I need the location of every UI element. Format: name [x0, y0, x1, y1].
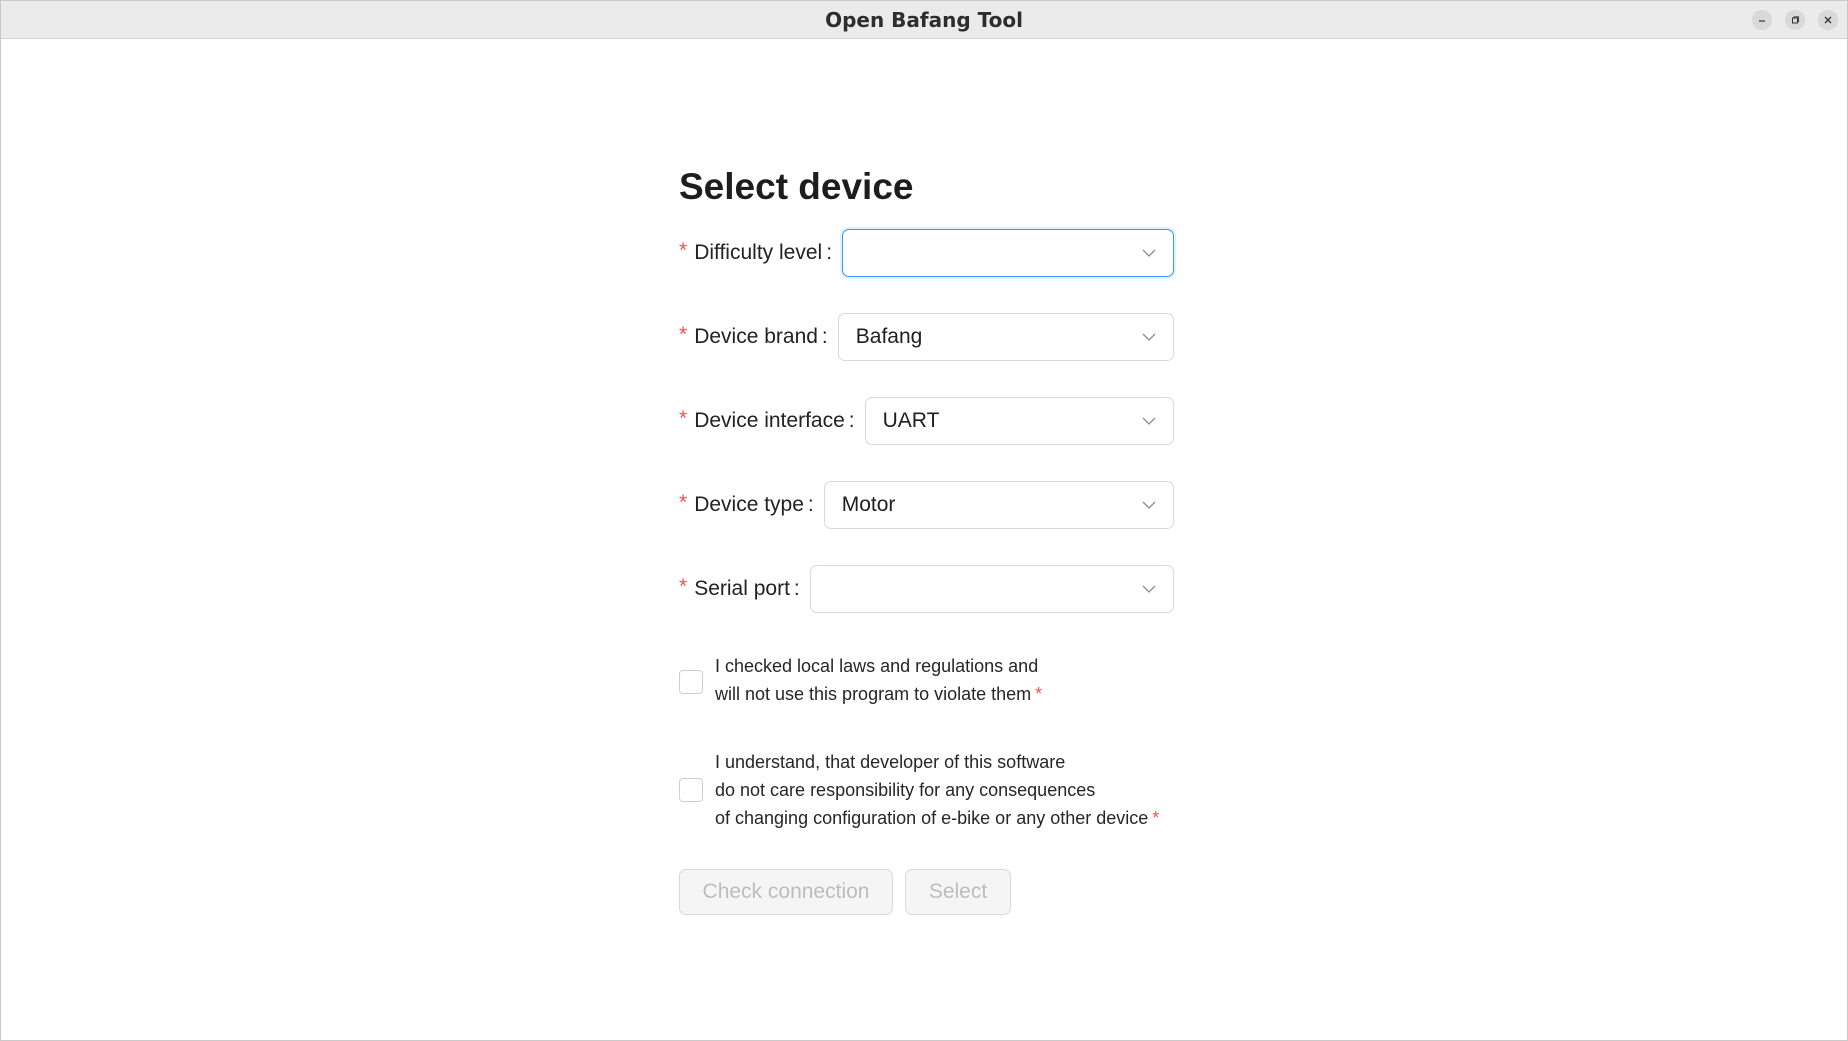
device-type-select[interactable]: Motor [823, 481, 1174, 529]
responsibility-agreement-text: I understand, that developer of this sof… [715, 752, 1160, 828]
required-mark: * [1152, 808, 1160, 828]
laws-checkbox[interactable] [679, 670, 703, 694]
required-mark: * [679, 491, 688, 514]
responsibility-agreement: I understand, that developer of this sof… [679, 748, 1199, 834]
responsibility-checkbox[interactable] [679, 778, 703, 802]
select-value: UART [882, 409, 940, 432]
field-difficulty-level: * Difficulty level: [679, 229, 1174, 277]
close-button[interactable] [1818, 10, 1838, 30]
field-label: * Difficulty level: [679, 239, 833, 264]
chevron-down-icon [1142, 417, 1156, 425]
field-device-type: * Device type: Motor [679, 481, 1174, 529]
title-bar[interactable]: Open Bafang Tool [1, 1, 1847, 39]
device-interface-select[interactable]: UART [864, 397, 1174, 445]
field-label: * Device interface: [679, 407, 855, 432]
window-title: Open Bafang Tool [825, 8, 1023, 32]
laws-agreement-text: I checked local laws and regulations and… [715, 656, 1043, 704]
maximize-button[interactable] [1785, 10, 1805, 30]
required-mark: * [679, 239, 688, 262]
field-label: * Device brand: [679, 323, 828, 348]
field-label: * Device type: [679, 491, 814, 516]
serial-port-select[interactable] [809, 565, 1174, 613]
field-label: * Serial port: [679, 575, 800, 600]
select-button[interactable]: Select [905, 869, 1011, 915]
field-device-interface: * Device interface: UART [679, 397, 1174, 445]
app-window: Open Bafang Tool Select device * Difficu… [0, 0, 1848, 1041]
required-mark: * [679, 323, 688, 346]
chevron-down-icon [1142, 249, 1156, 257]
required-mark: * [679, 407, 688, 430]
page-title: Select device [679, 166, 914, 207]
field-serial-port: * Serial port: [679, 565, 1174, 613]
chevron-down-icon [1142, 333, 1156, 341]
select-value: Bafang [855, 325, 923, 348]
minimize-button[interactable] [1752, 10, 1772, 30]
minimize-icon [1759, 20, 1765, 22]
laws-agreement: I checked local laws and regulations and… [679, 652, 1199, 712]
device-brand-select[interactable]: Bafang [837, 313, 1174, 361]
chevron-down-icon [1142, 501, 1156, 509]
required-mark: * [1035, 684, 1043, 704]
field-device-brand: * Device brand: Bafang [679, 313, 1174, 361]
close-icon [1824, 16, 1832, 24]
select-value: Motor [841, 493, 896, 516]
chevron-down-icon [1142, 585, 1156, 593]
difficulty-level-select[interactable] [842, 229, 1174, 277]
restore-icon [1792, 16, 1800, 24]
required-mark: * [679, 575, 688, 598]
check-connection-button[interactable]: Check connection [679, 869, 893, 915]
